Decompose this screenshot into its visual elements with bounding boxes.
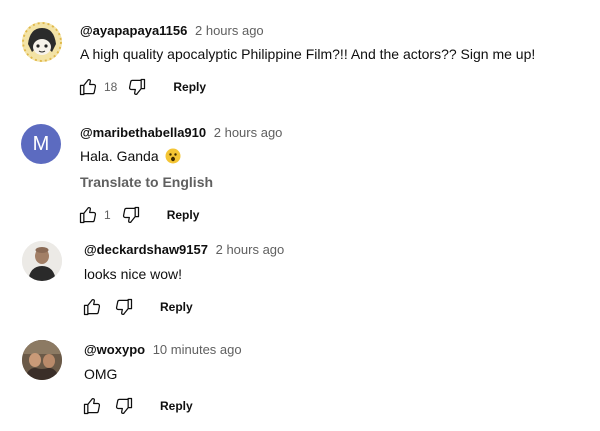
comment-actions: 18 Reply <box>78 76 206 98</box>
photo-avatar-icon <box>22 340 62 380</box>
comment-text: looks nice wow! <box>84 266 183 282</box>
avatar[interactable]: M <box>21 124 61 164</box>
comment-header: @ayapapaya1156 2 hours ago <box>80 23 264 38</box>
author-name[interactable]: @deckardshaw9157 <box>84 242 208 257</box>
author-name[interactable]: @maribethabella910 <box>80 125 206 140</box>
like-icon[interactable] <box>78 77 98 97</box>
comment-item: @ayapapaya1156 2 hours ago A high qualit… <box>0 0 600 110</box>
comment-item: @woxypo 10 minutes ago OMG Reply <box>0 330 600 431</box>
comment-time[interactable]: 2 hours ago <box>214 125 283 140</box>
comment-actions: Reply <box>82 296 193 318</box>
comment-text: OMG <box>84 366 118 382</box>
comment-header: @maribethabella910 2 hours ago <box>80 125 282 140</box>
reply-button[interactable]: Reply <box>160 399 193 413</box>
translate-link[interactable]: Translate to English <box>80 174 213 190</box>
cartoon-avatar-icon <box>22 22 62 62</box>
author-name[interactable]: @woxypo <box>84 342 145 357</box>
like-count: 1 <box>104 208 111 222</box>
reply-button[interactable]: Reply <box>160 300 193 314</box>
dislike-icon[interactable] <box>127 77 147 97</box>
comment-header: @deckardshaw9157 2 hours ago <box>84 242 284 257</box>
comment-text: A high quality apocalyptic Philippine Fi… <box>80 46 536 62</box>
dislike-icon[interactable] <box>114 297 134 317</box>
like-icon[interactable] <box>82 396 102 416</box>
avatar-letter: M <box>32 132 50 155</box>
comment-time[interactable]: 10 minutes ago <box>153 342 242 357</box>
avatar[interactable] <box>22 340 62 380</box>
reply-button[interactable]: Reply <box>173 80 206 94</box>
avatar[interactable] <box>22 241 62 281</box>
comment-time[interactable]: 2 hours ago <box>216 242 285 257</box>
comment-actions: 1 Reply <box>78 204 199 226</box>
reply-button[interactable]: Reply <box>167 208 200 222</box>
comment-item: M @maribethabella910 2 hours ago Hala. G… <box>0 110 600 230</box>
comment-text: Hala. Ganda <box>80 148 181 167</box>
comment-time[interactable]: 2 hours ago <box>195 23 264 38</box>
comment-actions: Reply <box>82 395 193 417</box>
like-icon[interactable] <box>78 205 98 225</box>
dislike-icon[interactable] <box>121 205 141 225</box>
comment-header: @woxypo 10 minutes ago <box>84 342 242 357</box>
astonished-face-emoji-icon <box>165 148 181 167</box>
photo-avatar-icon <box>22 241 62 281</box>
author-name[interactable]: @ayapapaya1156 <box>80 23 187 38</box>
like-count: 18 <box>104 80 118 94</box>
dislike-icon[interactable] <box>114 396 134 416</box>
avatar[interactable] <box>22 22 62 62</box>
like-icon[interactable] <box>82 297 102 317</box>
comment-item: @deckardshaw9157 2 hours ago looks nice … <box>0 230 600 330</box>
comment-text-content: Hala. Ganda <box>80 148 159 164</box>
